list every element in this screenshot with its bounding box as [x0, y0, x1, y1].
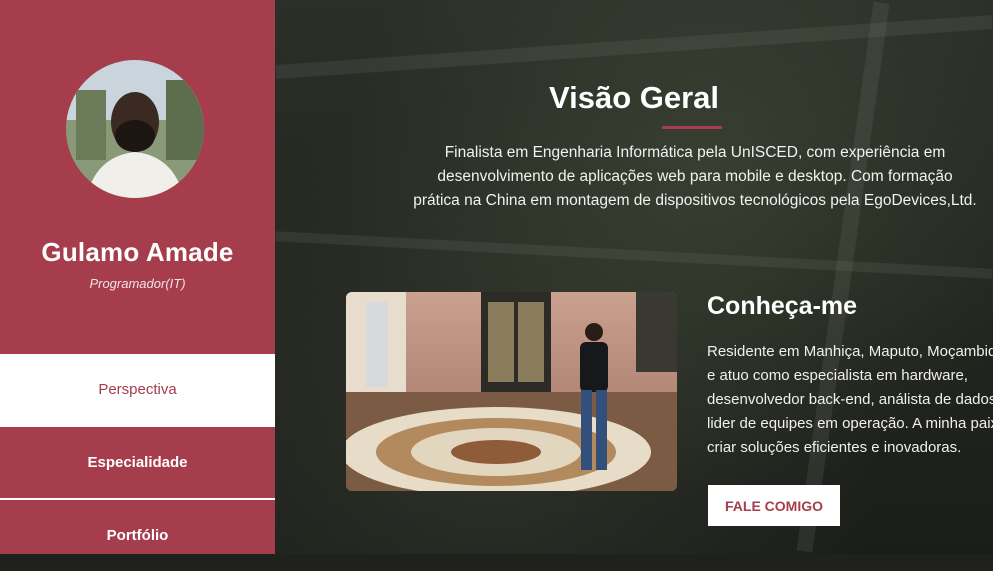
contact-button[interactable]: FALE COMIGO — [708, 485, 840, 526]
nav-item-perspectiva[interactable]: Perspectiva — [0, 354, 275, 427]
sidebar: Gulamo Amade Programador(IT) Perspectiva… — [0, 0, 275, 554]
about-text: Residente em Manhiça, Maputo, Moçambique… — [707, 340, 993, 460]
sidebar-nav: Perspectiva Especialidade Portfólio — [0, 354, 275, 571]
about-line: e atuo como especialista em hardware, — [707, 367, 968, 384]
nav-item-especialidade[interactable]: Especialidade — [0, 427, 275, 500]
about-line: desenvolvedor back-end, análista de dado… — [707, 391, 993, 408]
avatar — [66, 60, 204, 198]
section-title: Visão Geral — [548, 80, 720, 115]
about-line: criar soluções eficientes e inovadoras. — [707, 439, 962, 456]
nav-item-portfolio[interactable]: Portfólio — [0, 500, 275, 571]
background-road — [275, 231, 993, 279]
overview-summary: Finalista em Engenharia Informática pela… — [390, 141, 993, 213]
about-title: Conheça-me — [707, 292, 858, 320]
summary-line: prática na China em montagem de disposit… — [413, 192, 977, 209]
profile-role: Programador(IT) — [89, 276, 186, 291]
profile-name: Gulamo Amade — [41, 237, 234, 267]
about-line: Residente em Manhiça, Maputo, Moçambique — [707, 343, 993, 360]
about-line: lider de equipes em operação. A minha pa… — [707, 415, 993, 432]
title-underline — [662, 126, 722, 129]
about-photo — [346, 292, 677, 491]
main-content: Visão Geral Finalista em Engenharia Info… — [275, 0, 993, 554]
summary-line: Finalista em Engenharia Informática pela… — [444, 144, 946, 161]
summary-line: desenvolvimento de aplicações web para m… — [437, 168, 953, 185]
